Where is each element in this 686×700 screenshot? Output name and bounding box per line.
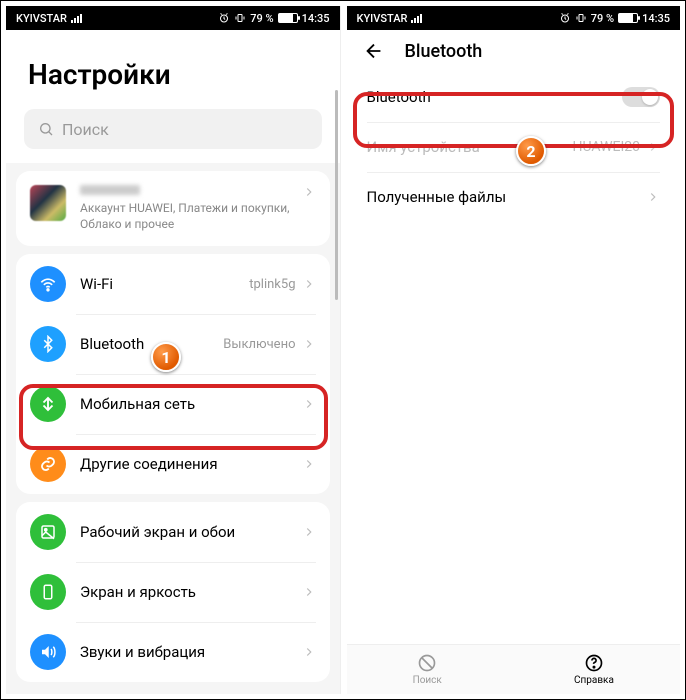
row-other-connections[interactable]: Другие соединения (16, 434, 330, 494)
home-label: Рабочий экран и обои (80, 523, 302, 541)
bluetooth-value: Выключено (223, 337, 295, 352)
alarm-icon (218, 12, 230, 24)
avatar (30, 185, 66, 221)
status-bar: KYIVSTAR 79 % 14:35 (347, 6, 681, 30)
chevron-right-icon (302, 277, 316, 291)
back-button[interactable] (363, 40, 385, 62)
wallpaper-icon (30, 514, 66, 550)
chevron-right-icon (302, 525, 316, 539)
bluetooth-toggle-label: Bluetooth (367, 88, 623, 106)
status-bar: KYIVSTAR 79 % 14:35 (6, 6, 340, 30)
mobile-network-icon (30, 386, 66, 422)
chevron-right-icon (646, 140, 660, 154)
display-label: Экран и яркость (80, 583, 302, 601)
signal-icon (71, 13, 82, 23)
chevron-right-icon (302, 337, 316, 351)
sound-icon (30, 634, 66, 670)
signal-icon (411, 13, 422, 23)
battery-pct: 79 % (591, 12, 614, 25)
mobile-label: Мобильная сеть (80, 395, 302, 413)
received-files-label: Полученные файлы (367, 188, 647, 206)
nav-search-label: Поиск (413, 675, 442, 686)
row-display[interactable]: Экран и яркость (16, 562, 330, 622)
other-label: Другие соединения (80, 455, 302, 473)
chevron-right-icon (646, 190, 660, 204)
vibrate-icon (575, 12, 587, 24)
carrier-label: KYIVSTAR (357, 12, 408, 25)
chevron-right-icon (302, 397, 316, 411)
screen-title: Bluetooth (405, 41, 483, 62)
nav-help[interactable]: Справка (574, 653, 614, 686)
search-placeholder: Поиск (62, 120, 109, 139)
annotation-badge-1: 1 (151, 342, 181, 372)
row-bluetooth-toggle[interactable]: Bluetooth (347, 72, 681, 122)
search-input[interactable]: Поиск (24, 109, 322, 149)
block-icon (417, 653, 437, 673)
nav-search[interactable]: Поиск (413, 653, 442, 686)
row-home-screen[interactable]: Рабочий экран и обои (16, 502, 330, 562)
carrier-label: KYIVSTAR (16, 12, 67, 25)
scrollbar[interactable] (335, 90, 338, 300)
bluetooth-toggle[interactable] (622, 87, 660, 107)
settings-screen: Настройки Поиск Аккаунт HUAWEI, Платежи … (6, 30, 340, 694)
device-name-value: HUAWEI20 (573, 139, 641, 155)
row-mobile[interactable]: Мобильная сеть (16, 374, 330, 434)
annotation-badge-2: 2 (516, 136, 546, 166)
wifi-value: tplink5g (249, 277, 295, 292)
help-icon (584, 653, 604, 673)
row-account[interactable]: Аккаунт HUAWEI, Платежи и покупки, Облак… (16, 171, 330, 246)
chevron-right-icon (302, 185, 316, 199)
bottom-nav: Поиск Справка (347, 644, 681, 694)
page-title: Настройки (6, 30, 340, 109)
chevron-right-icon (302, 645, 316, 659)
battery-icon (278, 13, 298, 23)
sound-label: Звуки и вибрация (80, 643, 302, 661)
phone-right: KYIVSTAR 79 % 14:35 Bluetooth Bluetooth (347, 6, 681, 694)
alarm-icon (559, 12, 571, 24)
wifi-label: Wi-Fi (80, 275, 249, 293)
battery-icon (618, 13, 638, 23)
clock: 14:35 (302, 12, 330, 25)
bluetooth-screen: Bluetooth Bluetooth Имя устройства HUAWE… (347, 30, 681, 694)
chevron-right-icon (302, 585, 316, 599)
row-sound[interactable]: Звуки и вибрация (16, 622, 330, 682)
wifi-icon (30, 266, 66, 302)
row-received-files[interactable]: Полученные файлы (347, 172, 681, 222)
row-wifi[interactable]: Wi-Fi tplink5g (16, 254, 330, 314)
chevron-right-icon (302, 457, 316, 471)
bluetooth-icon (30, 326, 66, 362)
vibrate-icon (234, 12, 246, 24)
battery-pct: 79 % (250, 12, 273, 25)
search-icon (38, 121, 54, 137)
account-subtitle: Аккаунт HUAWEI, Платежи и покупки, Облак… (80, 201, 302, 232)
clock: 14:35 (642, 12, 670, 25)
brightness-icon (30, 574, 66, 610)
phone-left: KYIVSTAR 79 % 14:35 Настройки Поиск (6, 6, 341, 694)
row-device-name[interactable]: Имя устройства HUAWEI20 (347, 122, 681, 172)
nav-help-label: Справка (574, 675, 614, 686)
link-icon (30, 446, 66, 482)
account-name-blurred (80, 185, 140, 195)
